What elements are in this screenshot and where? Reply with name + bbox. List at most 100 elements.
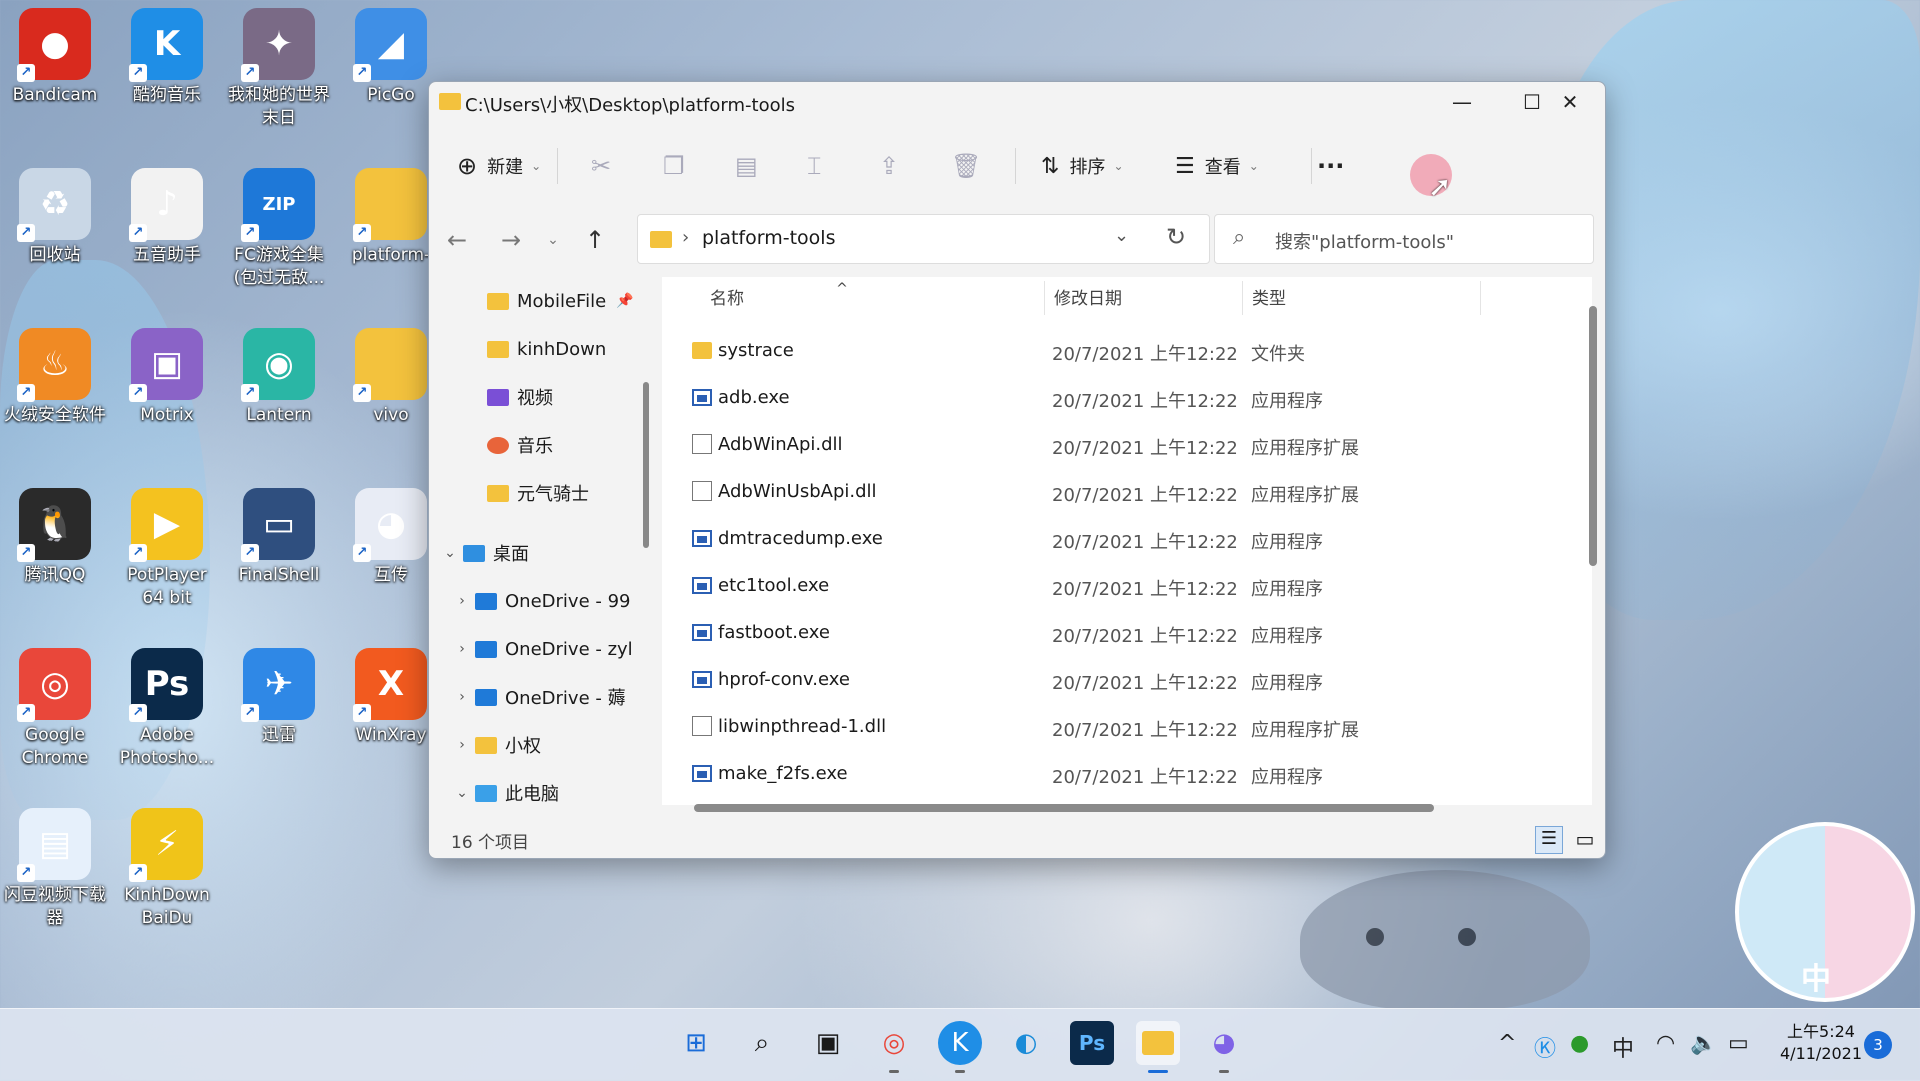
expand-chevron-icon[interactable]: ›: [449, 737, 475, 753]
details-view-button[interactable]: ☰: [1535, 826, 1563, 854]
cut-button[interactable]: ✂: [591, 146, 611, 186]
desktop-shortcut[interactable]: ▣ ↗ Motrix: [112, 328, 222, 427]
desktop-shortcut[interactable]: 🐧 ↗ 腾讯QQ: [0, 488, 110, 587]
floating-sticker-widget[interactable]: 中: [1735, 822, 1915, 1002]
column-header-type[interactable]: 类型: [1252, 277, 1286, 321]
file-row[interactable]: libwinpthread-1.dll 20/7/2021 上午12:22 应用程序…: [662, 705, 1562, 751]
sort-button[interactable]: ⇅ 排序 ⌄: [1041, 146, 1124, 186]
desktop-shortcut[interactable]: ▭ ↗ FinalShell: [224, 488, 334, 587]
copy-button[interactable]: ❐: [663, 146, 685, 186]
new-button[interactable]: ⊕ 新建 ⌄: [457, 146, 541, 186]
rename-button[interactable]: ⌶: [807, 146, 821, 186]
expand-chevron-icon[interactable]: ›: [449, 689, 475, 705]
navigation-scrollbar[interactable]: [643, 382, 649, 548]
taskbar-hutuan[interactable]: ◕: [1202, 1021, 1246, 1073]
taskbar[interactable]: ⊞ ⌕ ▣ ◎ K ◐ Ps ◕ ^ Ⓚ ● 中 ◠ 🔈 ▭ 上午5:24 4/…: [0, 1008, 1920, 1081]
taskbar-chrome[interactable]: ◎: [872, 1021, 916, 1073]
nav-item[interactable]: MobileFile 📌: [461, 283, 634, 319]
search-box[interactable]: ⌕ 搜索"platform-tools": [1214, 214, 1594, 264]
column-divider[interactable]: [1242, 281, 1243, 315]
desktop-shortcut[interactable]: ◉ ↗ Lantern: [224, 328, 334, 427]
tray-kugou-icon[interactable]: Ⓚ: [1534, 1031, 1556, 1063]
search-taskbar-button[interactable]: ⌕: [740, 1021, 784, 1065]
battery-icon[interactable]: ▭: [1728, 1031, 1749, 1056]
nav-item[interactable]: › 小权: [449, 727, 541, 763]
desktop-shortcut[interactable]: ✈ ↗ 迅雷: [224, 648, 334, 747]
desktop-shortcut[interactable]: ♻ ↗ 回收站: [0, 168, 110, 267]
search-input[interactable]: 搜索"platform-tools": [1275, 228, 1454, 254]
breadcrumb-path[interactable]: platform-tools: [702, 227, 835, 249]
nav-item[interactable]: › OneDrive - zyl: [449, 631, 633, 667]
taskbar-photoshop[interactable]: Ps: [1070, 1021, 1114, 1065]
address-dropdown-button[interactable]: ⌄: [1114, 225, 1129, 246]
desktop-shortcut[interactable]: ZIP ↗ FC游戏全集 (包过无敌...: [224, 168, 334, 290]
nav-item[interactable]: 音乐: [461, 427, 553, 463]
navigation-pane[interactable]: MobileFile 📌 kinhDown 视频音乐元气骑士 ⌄ 桌面 › OneDrive …: [429, 277, 651, 805]
file-row[interactable]: hprof-conv.exe 20/7/2021 上午12:22 应用程序: [662, 658, 1562, 704]
tray-green-status-icon[interactable]: ●: [1570, 1031, 1589, 1056]
column-header-date[interactable]: 修改日期: [1054, 277, 1122, 321]
desktop-shortcut[interactable]: K ↗ 酷狗音乐: [112, 8, 222, 107]
taskbar-file-explorer[interactable]: [1136, 1021, 1180, 1073]
volume-icon[interactable]: 🔈: [1690, 1031, 1717, 1056]
column-header-name[interactable]: 名称: [710, 277, 744, 321]
nav-item[interactable]: kinhDown: [461, 331, 606, 367]
title-bar[interactable]: C:\Users\小权\Desktop\platform-tools — ☐ ✕: [429, 82, 1605, 122]
file-row[interactable]: AdbWinApi.dll 20/7/2021 上午12:22 应用程序扩展: [662, 423, 1562, 469]
back-button[interactable]: ←: [439, 222, 475, 258]
column-divider[interactable]: [1480, 281, 1481, 315]
expand-chevron-icon[interactable]: ›: [449, 641, 475, 657]
delete-button[interactable]: 🗑: [951, 146, 981, 186]
desktop-shortcut[interactable]: ♪ ↗ 五音助手: [112, 168, 222, 267]
up-button[interactable]: ↑: [577, 222, 613, 258]
nav-item[interactable]: › OneDrive - 薅: [449, 679, 625, 715]
taskbar-edge[interactable]: ◐: [1004, 1021, 1048, 1065]
wifi-icon[interactable]: ◠: [1656, 1031, 1675, 1056]
paste-button[interactable]: ▤: [735, 146, 758, 186]
desktop-shortcut[interactable]: ◎ ↗ Google Chrome: [0, 648, 110, 770]
desktop-shortcut[interactable]: ▤ ↗ 闪豆视频下载 器: [0, 808, 110, 930]
more-options-button[interactable]: ···: [1317, 146, 1344, 186]
notification-badge[interactable]: 3: [1864, 1031, 1892, 1059]
nav-item[interactable]: 视频: [461, 379, 553, 415]
recent-locations-button[interactable]: ⌄: [535, 222, 571, 258]
close-button[interactable]: ✕: [1535, 82, 1605, 122]
start-button[interactable]: ⊞: [674, 1021, 718, 1065]
file-row[interactable]: dmtracedump.exe 20/7/2021 上午12:22 应用程序: [662, 517, 1562, 563]
desktop-shortcut[interactable]: ♨ ↗ 火绒安全软件: [0, 328, 110, 427]
minimize-button[interactable]: —: [1427, 82, 1497, 122]
file-row[interactable]: AdbWinUsbApi.dll 20/7/2021 上午12:22 应用程序扩展: [662, 470, 1562, 516]
nav-item[interactable]: ⌄ 此电脑: [449, 775, 559, 811]
file-row[interactable]: fastboot.exe 20/7/2021 上午12:22 应用程序: [662, 611, 1562, 657]
desktop-shortcut[interactable]: ▶ ↗ PotPlayer 64 bit: [112, 488, 222, 610]
task-view-button[interactable]: ▣: [806, 1021, 850, 1065]
tiles-view-button[interactable]: ▭: [1571, 826, 1599, 854]
nav-item[interactable]: 元气骑士: [461, 475, 589, 511]
expand-chevron-icon[interactable]: ⌄: [449, 785, 475, 801]
desktop-shortcut[interactable]: ● ↗ Bandicam: [0, 8, 110, 107]
desktop-shortcut[interactable]: ⚡ ↗ KinhDown BaiDu: [112, 808, 222, 930]
column-divider[interactable]: [1044, 281, 1045, 315]
taskbar-kugou[interactable]: K: [938, 1021, 982, 1073]
ime-indicator[interactable]: 中: [1612, 1031, 1634, 1063]
clock[interactable]: 上午5:24 4/11/2021: [1780, 1021, 1862, 1065]
forward-button[interactable]: →: [493, 222, 529, 258]
refresh-button[interactable]: ↻: [1166, 223, 1186, 251]
file-row[interactable]: systrace 20/7/2021 上午12:22 文件夹: [662, 329, 1562, 375]
vertical-scrollbar[interactable]: [1589, 306, 1597, 566]
horizontal-scrollbar[interactable]: [694, 804, 1434, 812]
file-list[interactable]: ^ 名称 修改日期 类型 systrace 20/7/2021 上午12:22 文件…: [662, 277, 1592, 805]
desktop-shortcut[interactable]: ✦ ↗ 我和她的世界 末日: [224, 8, 334, 130]
file-row[interactable]: adb.exe 20/7/2021 上午12:22 应用程序: [662, 376, 1562, 422]
show-hidden-icons-button[interactable]: ^: [1498, 1031, 1516, 1056]
file-row[interactable]: etc1tool.exe 20/7/2021 上午12:22 应用程序: [662, 564, 1562, 610]
expand-chevron-icon[interactable]: ⌄: [437, 545, 463, 561]
nav-item[interactable]: ⌄ 桌面: [437, 535, 529, 571]
file-row[interactable]: make_f2fs.exe 20/7/2021 上午12:22 应用程序: [662, 752, 1562, 798]
desktop-shortcut[interactable]: Ps ↗ Adobe Photosho...: [112, 648, 222, 770]
nav-item[interactable]: › OneDrive - 99: [449, 583, 630, 619]
expand-chevron-icon[interactable]: ›: [449, 593, 475, 609]
address-bar[interactable]: › platform-tools ⌄ ↻: [637, 214, 1210, 264]
view-button[interactable]: ☰ 查看 ⌄: [1175, 146, 1259, 186]
share-button[interactable]: ⇪: [879, 146, 899, 186]
